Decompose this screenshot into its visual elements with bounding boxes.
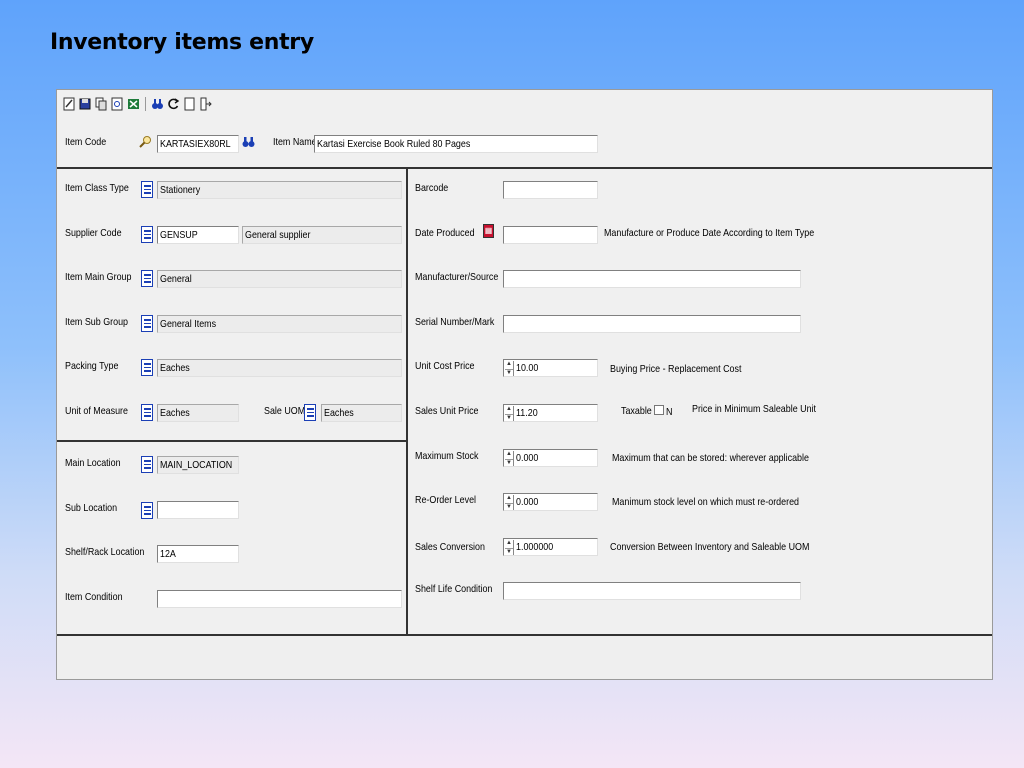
packing-type-label: Packing Type [65,360,119,372]
sale-uom-lookup-icon[interactable] [304,404,316,421]
save-icon[interactable] [79,97,92,111]
binoculars-icon[interactable] [242,135,255,154]
magnifier-icon[interactable] [139,135,153,154]
supplier-code-field[interactable]: GENSUP [157,226,239,244]
reorder-level-field[interactable]: ▲ ▼ 0.000 [503,493,598,511]
shelf-rack-location-label: Shelf/Rack Location [65,546,145,558]
taxable-value: N [666,406,673,418]
reorder-level-hint: Manimum stock level on which must re-ord… [612,496,799,508]
spin-arrows-icon[interactable]: ▲ ▼ [505,451,514,466]
item-main-group-lookup-icon[interactable] [141,270,153,287]
manufacturer-source-label: Manufacturer/Source [415,271,499,283]
item-name-label: Item Name [273,136,317,148]
maximum-stock-field[interactable]: ▲ ▼ 0.000 [503,449,598,467]
sales-conversion-hint: Conversion Between Inventory and Saleabl… [610,541,810,553]
main-location-label: Main Location [65,457,121,469]
spin-arrows-icon[interactable]: ▲ ▼ [505,361,514,376]
item-name-field[interactable]: Kartasi Exercise Book Ruled 80 Pages [314,135,598,153]
unit-cost-price-label: Unit Cost Price [415,360,475,372]
inventory-entry-window: Item Code KARTASIEX80RL Item Name Kartas… [56,89,993,680]
status-strip [57,636,992,679]
sub-location-label: Sub Location [65,502,118,514]
blank-page-icon[interactable] [183,97,196,111]
unit-of-measure-label: Unit of Measure [65,405,129,417]
excel-icon[interactable] [127,97,140,111]
taxable-checkbox[interactable] [654,405,664,415]
shelf-life-condition-label: Shelf Life Condition [415,583,493,595]
maximum-stock-hint: Maximum that can be stored: wherever app… [612,452,809,464]
unit-cost-price-hint: Buying Price - Replacement Cost [610,363,742,375]
date-produced-label: Date Produced [415,227,475,239]
main-location-lookup-icon[interactable] [141,456,153,473]
location-divider [57,440,408,442]
supplier-code-label: Supplier Code [65,227,122,239]
unit-of-measure-lookup-icon[interactable] [141,404,153,421]
manufacturer-source-field[interactable] [503,270,801,288]
sales-unit-price-field[interactable]: ▲ ▼ 11.20 [503,404,598,422]
item-class-type-lookup-icon[interactable] [141,181,153,198]
item-condition-field[interactable] [157,590,402,608]
main-location-field[interactable]: MAIN_LOCATION [157,456,239,474]
item-main-group-field[interactable]: General [157,270,402,288]
item-condition-label: Item Condition [65,591,123,603]
header-divider [57,167,992,169]
item-class-type-label: Item Class Type [65,182,129,194]
sale-uom-field[interactable]: Eaches [321,404,402,422]
calendar-icon[interactable]: ▦ [483,224,494,238]
date-produced-field[interactable] [503,226,598,244]
column-divider [406,167,408,634]
serial-number-mark-field[interactable] [503,315,801,333]
print-preview-icon[interactable] [111,97,124,111]
packing-type-field[interactable]: Eaches [157,359,402,377]
date-produced-hint: Manufacture or Produce Date According to… [604,227,815,239]
serial-number-mark-label: Serial Number/Mark [415,316,495,328]
item-class-type-field[interactable]: Stationery [157,181,402,199]
sale-uom-label: Sale UOM [264,405,306,417]
item-main-group-label: Item Main Group [65,271,132,283]
toolbar [63,95,212,113]
maximum-stock-label: Maximum Stock [415,450,479,462]
unit-cost-price-field[interactable]: ▲ ▼ 10.00 [503,359,598,377]
supplier-code-lookup-icon[interactable] [141,226,153,243]
refresh-icon[interactable] [167,97,180,111]
edit-icon[interactable] [63,97,76,111]
barcode-field[interactable] [503,181,598,199]
barcode-label: Barcode [415,182,449,194]
item-sub-group-lookup-icon[interactable] [141,315,153,332]
supplier-name-field: General supplier [242,226,402,244]
slide-title: Inventory items entry [50,30,314,55]
item-code-field[interactable]: KARTASIEX80RL [157,135,239,153]
unit-of-measure-field[interactable]: Eaches [157,404,239,422]
exit-icon[interactable] [199,97,212,111]
copy-icon[interactable] [95,97,108,111]
spin-arrows-icon[interactable]: ▲ ▼ [505,495,514,510]
sales-unit-price-label: Sales Unit Price [415,405,479,417]
sub-location-lookup-icon[interactable] [141,502,153,519]
taxable-label: Taxable [621,405,652,417]
sales-conversion-label: Sales Conversion [415,541,485,553]
sales-conversion-field[interactable]: ▲ ▼ 1.000000 [503,538,598,556]
packing-type-lookup-icon[interactable] [141,359,153,376]
reorder-level-label: Re-Order Level [415,494,477,506]
sub-location-field[interactable] [157,501,239,519]
item-code-label: Item Code [65,136,107,148]
spin-arrows-icon[interactable]: ▲ ▼ [505,406,514,421]
spin-arrows-icon[interactable]: ▲ ▼ [505,540,514,555]
sales-unit-price-hint: Price in Minimum Saleable Unit [692,403,817,415]
shelf-rack-location-field[interactable]: 12A [157,545,239,563]
item-sub-group-label: Item Sub Group [65,316,129,328]
toolbar-separator [145,97,146,111]
search-binoculars-icon[interactable] [151,97,164,111]
item-sub-group-field[interactable]: General Items [157,315,402,333]
shelf-life-condition-field[interactable] [503,582,801,600]
